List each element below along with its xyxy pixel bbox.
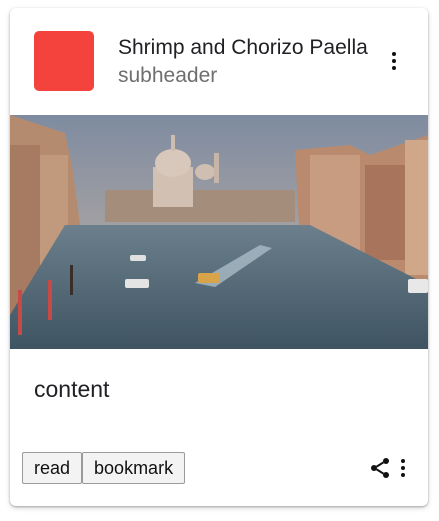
share-icon[interactable]: [368, 456, 392, 480]
card-actions: read bookmark: [22, 452, 186, 484]
avatar: [34, 31, 94, 91]
more-vert-icon[interactable]: [393, 455, 413, 481]
card-subheader: subheader: [118, 64, 218, 87]
card: Shrimp and Chorizo Paella subheader cont…: [10, 8, 428, 506]
card-media-image: [10, 115, 428, 349]
bookmark-button[interactable]: bookmark: [82, 452, 186, 484]
more-vert-icon[interactable]: [384, 48, 404, 74]
read-button[interactable]: read: [22, 452, 83, 484]
card-title: Shrimp and Chorizo Paella: [118, 36, 368, 59]
card-content-text: content: [34, 376, 110, 402]
